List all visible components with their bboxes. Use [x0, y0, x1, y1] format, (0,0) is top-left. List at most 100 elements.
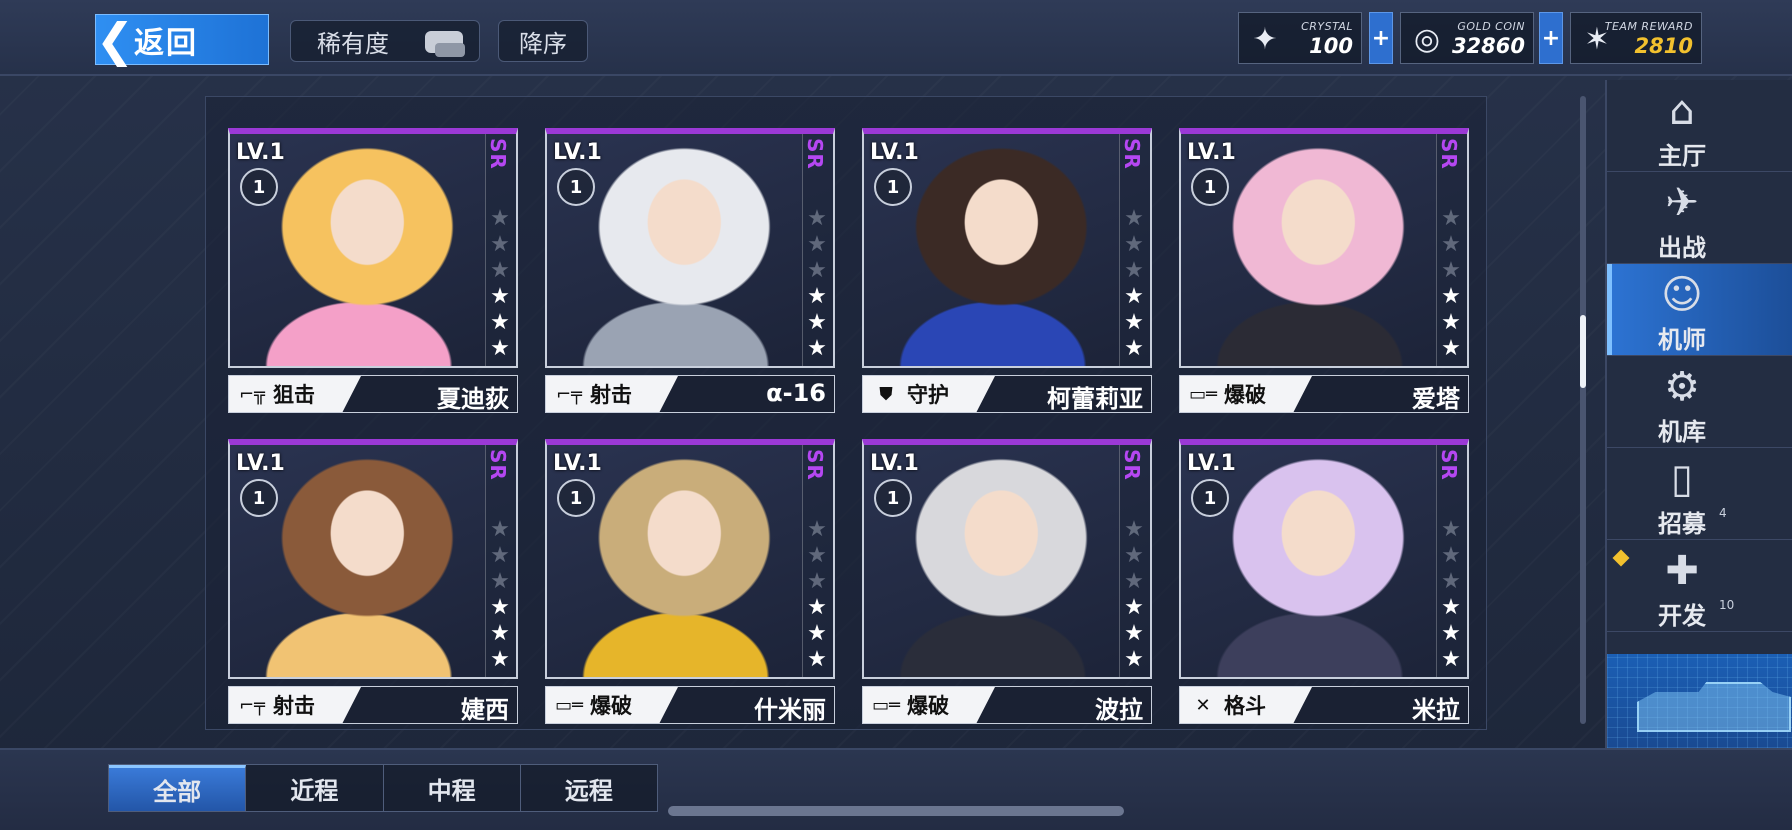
nav-label: 招募: [1658, 510, 1706, 538]
minimap[interactable]: [1607, 654, 1792, 748]
star-icon: ★: [1441, 569, 1461, 594]
star-icon: ★: [490, 258, 510, 283]
role-tag: ⌐╤ 射击: [229, 687, 361, 723]
rank-badge: 1: [1191, 479, 1229, 517]
range-tab[interactable]: 全部: [109, 765, 247, 811]
notification-diamond-icon: [1612, 549, 1630, 567]
pilot-name: α-16: [766, 379, 826, 407]
rank-badge: 1: [557, 168, 595, 206]
star-rating: ★ ★ ★ ★ ★ ★: [490, 206, 510, 362]
star-icon: ★: [1441, 517, 1461, 542]
scrollbar-thumb[interactable]: [1580, 315, 1586, 388]
star-icon: ★: [1441, 284, 1461, 309]
character-art: [547, 445, 833, 677]
rifle-icon: ⌐╤: [556, 383, 582, 405]
star-icon: ★: [1124, 595, 1144, 620]
star-icon: ★: [807, 647, 827, 672]
team-reward-value: 2810: [1634, 34, 1693, 58]
star-icon: ★: [807, 206, 827, 231]
pilot-info-bar: ⌐╦ 狙击 夏迪荻: [228, 375, 518, 413]
role-label: 爆破: [590, 694, 632, 718]
sniper-rifle-icon: ⌐╦: [239, 383, 265, 405]
role-tag: ✕ 格斗: [1180, 687, 1312, 723]
star-rating: ★ ★ ★ ★ ★ ★: [490, 517, 510, 673]
pilot-info-bar: ⌐╤ 射击 α-16: [545, 375, 835, 413]
rarity-tag: SR: [1120, 449, 1144, 481]
range-tab[interactable]: 远程: [521, 765, 657, 811]
rank-badge: 1: [874, 479, 912, 517]
rank-badge: 1: [240, 479, 278, 517]
role-label: 爆破: [1224, 383, 1266, 407]
nav-item[interactable]: ✚ 开发 10: [1607, 540, 1792, 632]
role-tag: ▭═ 爆破: [546, 687, 678, 723]
star-icon: ★: [490, 232, 510, 257]
star-icon: ★: [490, 569, 510, 594]
crystal-counter: ✦ CRYSTAL 100: [1238, 12, 1362, 64]
star-icon: ★: [807, 232, 827, 257]
pilot-portrait: SR ★ ★ ★ ★ ★ ★ LV.1 1: [228, 128, 518, 368]
nav-item[interactable]: ⚙ 机库: [1607, 356, 1792, 448]
star-icon: ★: [1441, 543, 1461, 568]
crossed-swords-icon: ✕: [1195, 694, 1211, 716]
pilot-portrait: SR ★ ★ ★ ★ ★ ★ LV.1 1: [1179, 439, 1469, 679]
base-map-shape: [1637, 682, 1791, 732]
rarity-tag: SR: [1437, 138, 1461, 170]
pilot-name: 波拉: [1095, 696, 1143, 724]
rarity-tag: SR: [1120, 138, 1144, 170]
star-icon: ★: [807, 336, 827, 361]
star-rating: ★ ★ ★ ★ ★ ★: [807, 206, 827, 362]
home-indicator[interactable]: [668, 806, 1124, 816]
pilot-level: LV.1: [870, 451, 919, 476]
star-icon: ★: [807, 310, 827, 335]
wrench-icon: ✚: [1665, 548, 1699, 594]
role-tag: ▭═ 爆破: [1180, 376, 1312, 412]
nav-item[interactable]: ⌂ 主厅: [1607, 80, 1792, 172]
star-icon: ★: [807, 595, 827, 620]
sortie-icon: ✈: [1665, 180, 1699, 226]
nav-item[interactable]: ▯ 招募 4: [1607, 448, 1792, 540]
pilot-info-bar: ▭═ 爆破 什米丽: [545, 686, 835, 724]
pilot-info-bar: ⌐╤ 射击 婕西: [228, 686, 518, 724]
nav-item[interactable]: ✈ 出战: [1607, 172, 1792, 264]
role-tag: ⌐╤ 射击: [546, 376, 678, 412]
recruit-card-icon: ▯: [1670, 456, 1693, 502]
character-art: [1181, 445, 1467, 677]
rank-badge: 1: [557, 479, 595, 517]
role-tag: ⛊ 守护: [863, 376, 995, 412]
range-tab[interactable]: 近程: [246, 765, 384, 811]
role-label: 射击: [590, 383, 632, 407]
scrollbar-track[interactable]: [1580, 96, 1586, 724]
pilot-portrait: SR ★ ★ ★ ★ ★ ★ LV.1 1: [862, 128, 1152, 368]
star-icon: ★: [807, 621, 827, 646]
pilot-name: 什米丽: [754, 696, 826, 724]
star-icon: ★: [807, 517, 827, 542]
role-label: 守护: [907, 383, 949, 407]
character-art: [547, 134, 833, 366]
range-tabs: 全部 近程 中程 远程: [108, 764, 658, 812]
toggle-icon: [425, 31, 465, 57]
star-rating: ★ ★ ★ ★ ★ ★: [1441, 517, 1461, 673]
star-icon: ★: [490, 595, 510, 620]
star-icon: ★: [1124, 517, 1144, 542]
star-icon: ★: [807, 284, 827, 309]
sort-order-button[interactable]: 降序: [498, 20, 588, 62]
launcher-icon: ▭═: [555, 694, 583, 716]
star-icon: ★: [807, 569, 827, 594]
add-crystal-button[interactable]: +: [1369, 12, 1393, 64]
star-icon: ★: [1124, 206, 1144, 231]
add-gold-button[interactable]: +: [1539, 12, 1563, 64]
star-icon: ★: [1441, 647, 1461, 672]
star-icon: ★: [1441, 232, 1461, 257]
range-tab[interactable]: 中程: [384, 765, 521, 811]
star-icon: ★: [490, 336, 510, 361]
crystal-value: 100: [1309, 34, 1353, 58]
star-rating: ★ ★ ★ ★ ★ ★: [1124, 206, 1144, 362]
pilot-level: LV.1: [553, 451, 602, 476]
shield-icon: ⛊: [879, 383, 893, 405]
nav-item[interactable]: ☺ 机师: [1607, 264, 1792, 356]
chevron-left-icon: ❮: [95, 12, 135, 67]
star-icon: ★: [1124, 284, 1144, 309]
back-button[interactable]: ❮ 返回: [95, 14, 269, 65]
rarity-filter-button[interactable]: 稀有度: [290, 20, 480, 62]
star-icon: ★: [1124, 621, 1144, 646]
